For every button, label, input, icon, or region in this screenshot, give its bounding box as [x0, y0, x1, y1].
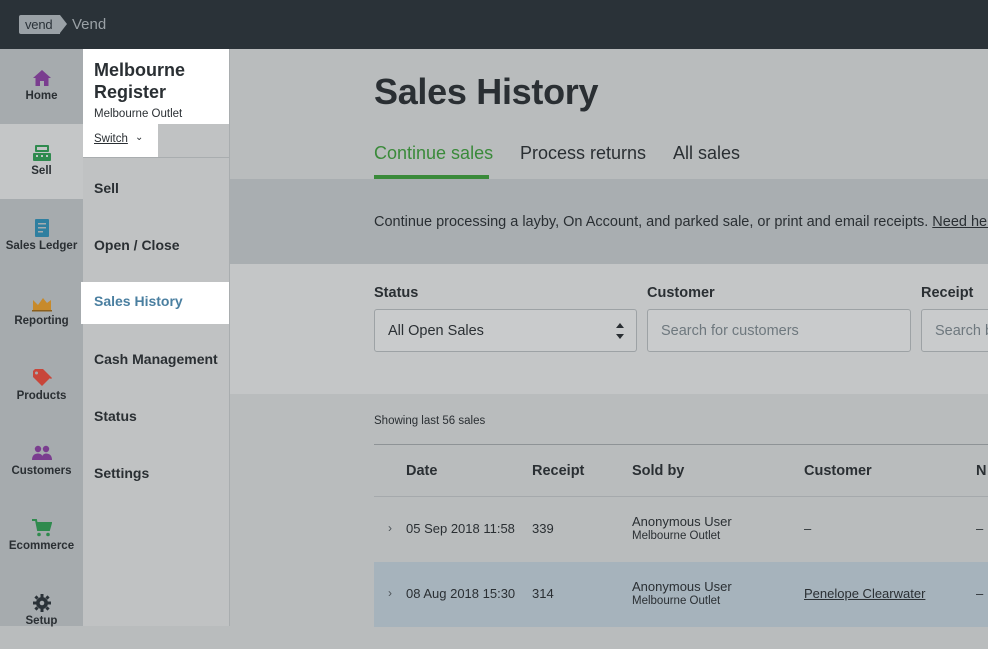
status-value: All Open Sales	[388, 323, 484, 339]
chevron-right-icon[interactable]: ›	[388, 586, 392, 600]
ledger-icon	[34, 219, 49, 237]
sale-note: –	[976, 521, 984, 536]
sold-by-user: Anonymous User	[632, 514, 732, 529]
info-text: Continue processing a layby, On Account,…	[374, 214, 988, 230]
column-header-note[interactable]: N	[976, 463, 986, 479]
register-icon	[32, 145, 51, 161]
sales-list: Showing last 56 sales Date Receipt Sold …	[230, 394, 988, 627]
top-bar: vend Vend	[0, 0, 988, 49]
receipt-label: Receipt	[921, 285, 974, 301]
divider	[374, 444, 988, 445]
chart-icon	[31, 298, 52, 312]
page-title: Sales History	[374, 71, 599, 112]
sold-by-outlet: Melbourne Outlet	[632, 595, 721, 607]
divider	[83, 157, 229, 158]
sale-date: 05 Sep 2018 11:58	[406, 521, 515, 536]
sold-by-outlet: Melbourne Outlet	[632, 530, 721, 542]
main-content: Sales History Continue sales Process ret…	[230, 49, 988, 627]
gear-icon	[32, 594, 51, 612]
nav-customers[interactable]: Customers	[0, 424, 83, 499]
nav-reporting[interactable]: Reporting	[0, 274, 83, 349]
sell-subnav: Melbourne Register Melbourne Outlet Swit…	[81, 49, 230, 626]
tab-continue-sales[interactable]: Continue sales	[374, 143, 493, 164]
subnav-item-sell[interactable]: Sell	[94, 180, 119, 196]
switch-link[interactable]: Switch	[94, 133, 128, 145]
nav-label: Customers	[11, 465, 72, 477]
nav-ecommerce[interactable]: Ecommerce	[0, 499, 83, 574]
tag-icon	[32, 369, 52, 386]
register-card: Melbourne Register Melbourne Outlet	[83, 49, 229, 124]
customer-label: Customer	[647, 285, 715, 301]
status-select[interactable]: All Open Sales	[374, 309, 637, 352]
receipt-placeholder: Search b	[935, 323, 988, 339]
filter-bar: Status All Open Sales Customer Search fo…	[230, 264, 988, 394]
table-row[interactable]: › 08 Aug 2018 15:30 314 Anonymous User M…	[374, 562, 988, 627]
nav-label: Sell	[31, 165, 52, 177]
nav-products[interactable]: Products	[0, 349, 83, 424]
nav-sell[interactable]: Sell	[0, 124, 83, 199]
select-arrows-icon	[616, 323, 624, 339]
sale-customer: –	[804, 521, 812, 536]
main-sidebar: Home Sell Sales Ledger Reporting Product…	[0, 49, 83, 627]
nav-home[interactable]: Home	[0, 49, 83, 124]
chevron-right-icon[interactable]: ›	[388, 521, 392, 535]
column-header-customer[interactable]: Customer	[804, 463, 872, 479]
need-help-link[interactable]: Need hel	[932, 214, 988, 230]
info-message: Continue processing a layby, On Account,…	[374, 214, 929, 230]
customer-placeholder: Search for customers	[661, 323, 799, 339]
customer-search-input[interactable]: Search for customers	[647, 309, 911, 352]
sale-receipt: 339	[532, 521, 554, 536]
register-name: Melbourne Register	[94, 60, 186, 102]
nav-label: Ecommerce	[8, 540, 75, 552]
customer-link[interactable]: Penelope Clearwater	[804, 586, 925, 601]
subnav-item-cash-management[interactable]: Cash Management	[94, 351, 218, 367]
table-row[interactable]: › 05 Sep 2018 11:58 339 Anonymous User M…	[374, 497, 988, 562]
brand-name: Vend	[72, 16, 107, 33]
column-header-date[interactable]: Date	[406, 463, 437, 479]
sale-date: 08 Aug 2018 15:30	[406, 586, 516, 601]
nav-label: Sales Ledger	[5, 240, 78, 252]
sale-note: –	[976, 586, 984, 601]
subnav-item-settings[interactable]: Settings	[94, 465, 149, 481]
nav-label: Reporting	[14, 315, 69, 327]
nav-sales-ledger[interactable]: Sales Ledger	[0, 199, 83, 274]
register-outlet: Melbourne Outlet	[94, 108, 183, 120]
sold-by-user: Anonymous User	[632, 579, 732, 594]
nav-label: Products	[16, 390, 67, 402]
status-label: Status	[374, 285, 419, 301]
nav-setup[interactable]: Setup	[0, 574, 83, 649]
receipt-search-input[interactable]: Search b	[921, 309, 988, 352]
showing-count: Showing last 56 sales	[374, 415, 486, 427]
chevron-down-icon: ⌄	[135, 132, 144, 143]
nav-label: Setup	[25, 615, 58, 627]
vend-logo[interactable]: vend	[19, 15, 68, 34]
info-banner: Continue processing a layby, On Account,…	[230, 179, 988, 264]
subnav-item-sales-history[interactable]: Sales History	[81, 282, 229, 324]
people-icon	[31, 445, 52, 460]
column-header-receipt[interactable]: Receipt	[532, 463, 584, 479]
subnav-item-open-close[interactable]: Open / Close	[94, 237, 180, 253]
subnav-item-label: Sales History	[94, 293, 183, 309]
cart-icon	[31, 519, 52, 537]
column-header-sold-by[interactable]: Sold by	[632, 463, 684, 479]
tab-all-sales[interactable]: All sales	[673, 143, 740, 164]
tab-process-returns[interactable]: Process returns	[520, 143, 646, 164]
subnav-item-status[interactable]: Status	[94, 408, 137, 424]
sale-receipt: 314	[532, 586, 554, 601]
nav-label: Home	[25, 90, 58, 102]
switch-register-button[interactable]: Switch ⌄	[83, 124, 158, 157]
home-icon	[32, 70, 51, 86]
